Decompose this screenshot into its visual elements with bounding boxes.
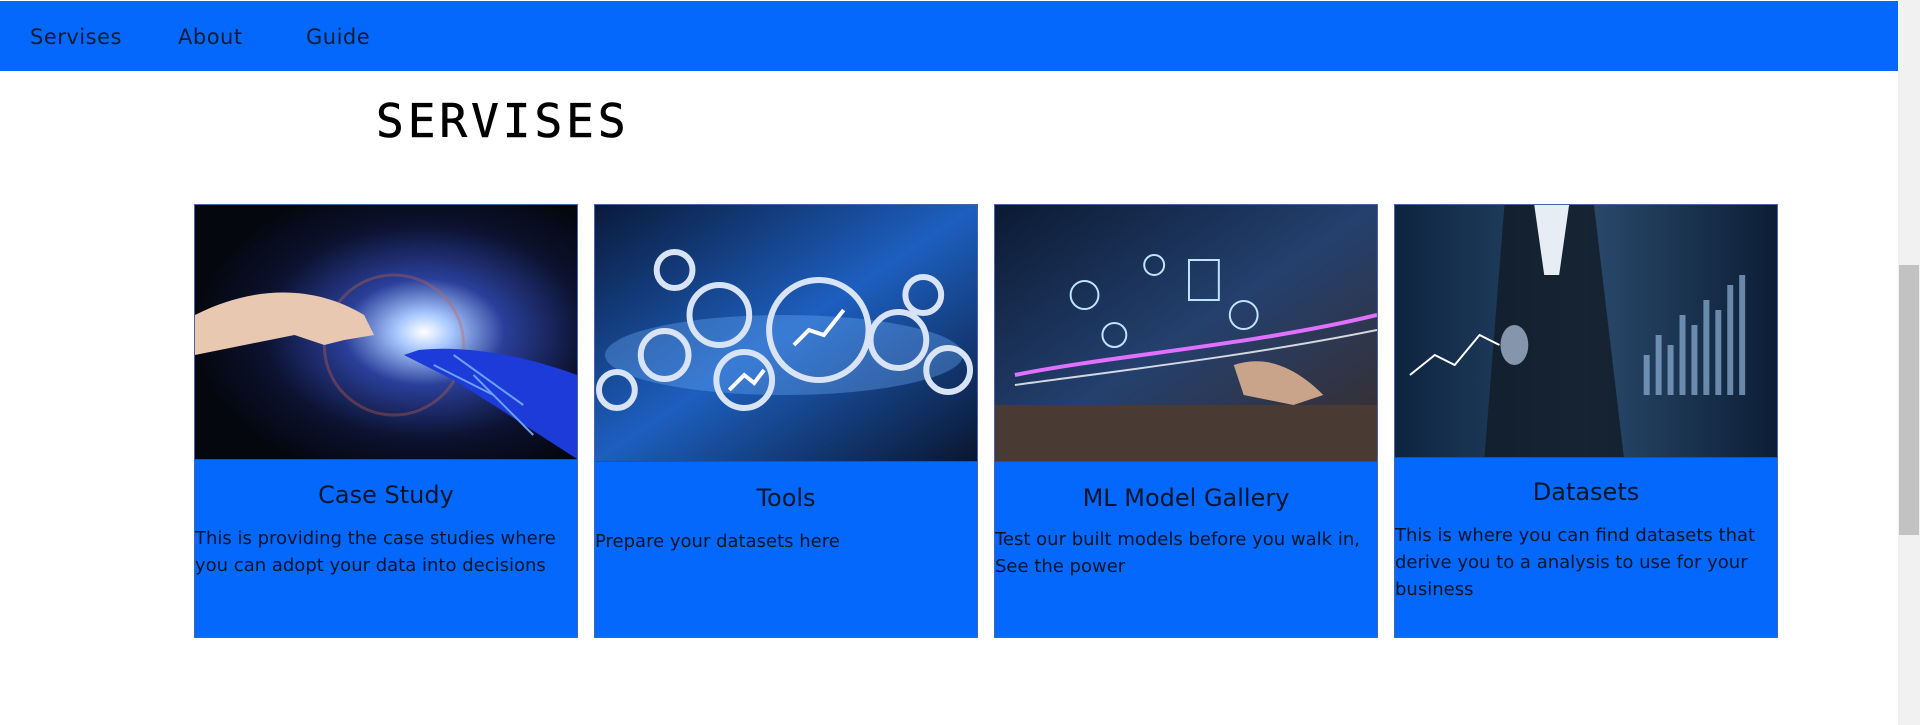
card-description: This is providing the case studies where… — [195, 528, 556, 576]
businessman-data-charts-image — [1395, 205, 1777, 458]
gears-analytics-image — [595, 205, 977, 462]
card-title: Datasets — [1532, 478, 1640, 506]
nav-item-guide[interactable]: Guide — [306, 25, 370, 49]
card-description: This is where you can find datasets that… — [1395, 525, 1756, 600]
card-title: Tools — [756, 484, 816, 512]
vertical-scrollbar[interactable] — [1898, 0, 1920, 725]
nav-item-about[interactable]: About — [178, 25, 243, 49]
service-card-ml-model-gallery[interactable]: ML Model Gallery Test our built models b… — [994, 204, 1378, 638]
hand-holographic-interface-image — [995, 205, 1377, 462]
card-title: Case Study — [318, 481, 454, 509]
hand-touching-robot-hand-image — [195, 205, 577, 460]
scrollbar-thumb[interactable] — [1899, 265, 1919, 535]
card-title: ML Model Gallery — [1082, 484, 1290, 512]
card-description: Test our built models before you walk in… — [995, 529, 1360, 577]
service-card-datasets[interactable]: Datasets This is where you can find data… — [1394, 204, 1778, 638]
page-title: SERVISES — [376, 94, 630, 149]
service-card-tools[interactable]: Tools Prepare your datasets here — [594, 204, 978, 638]
card-description: Prepare your datasets here — [595, 531, 840, 552]
top-navbar: Servises About Guide — [0, 1, 1898, 71]
service-card-case-study[interactable]: Case Study This is providing the case st… — [194, 204, 578, 638]
nav-item-servises[interactable]: Servises — [30, 25, 122, 49]
